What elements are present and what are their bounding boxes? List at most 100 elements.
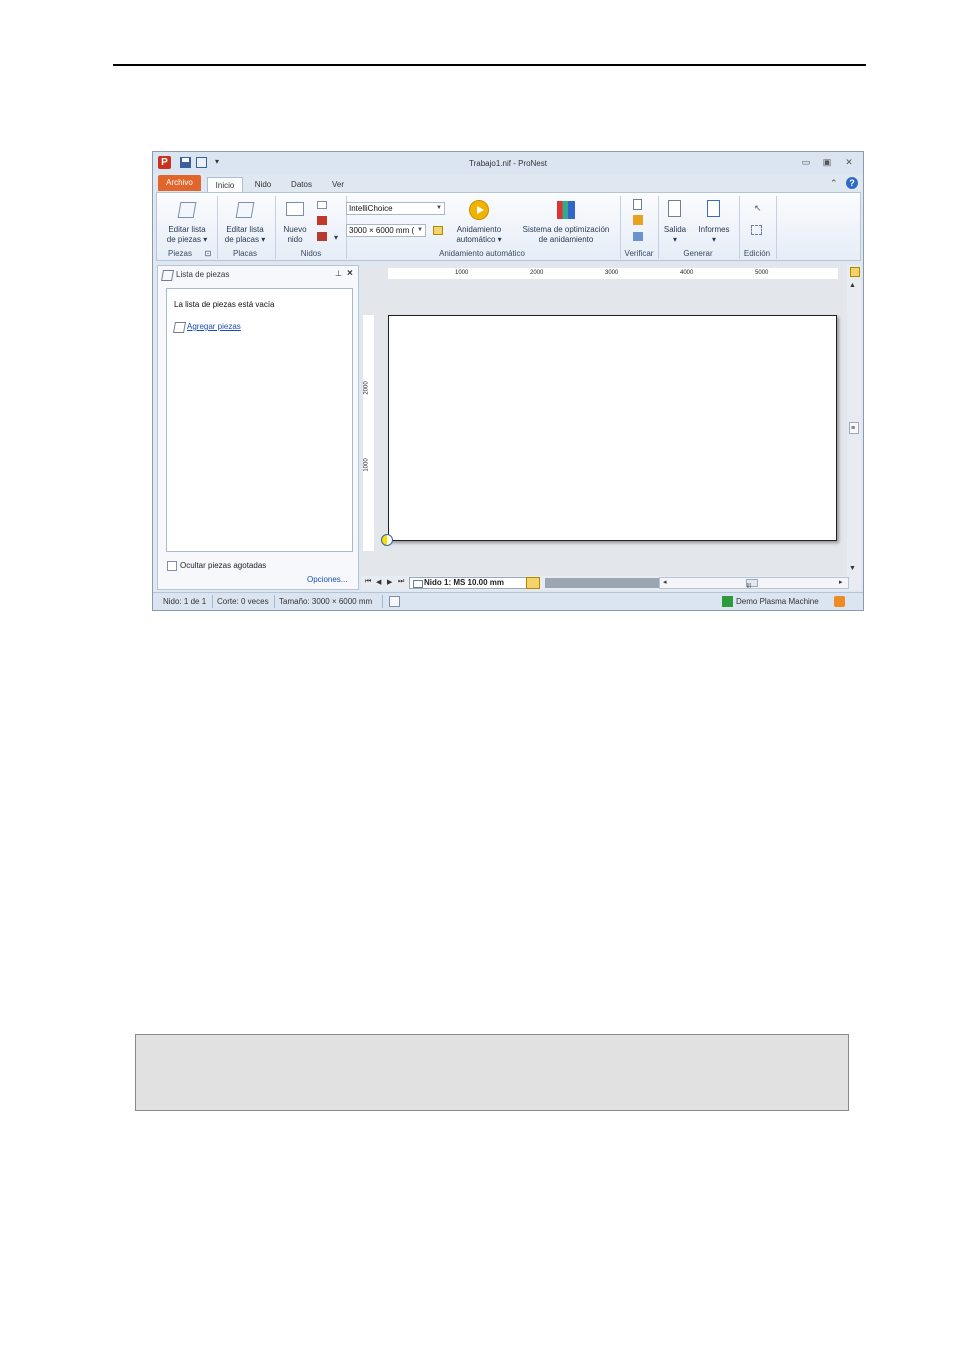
group-separator [658, 196, 659, 259]
scroll-up-icon[interactable]: ▲ [849, 282, 856, 289]
group-label-nidos: Nidos [300, 249, 322, 258]
scroll-thumb[interactable]: ≡ [849, 422, 859, 434]
horizontal-scrollbar[interactable]: ◂ ||| ▸ [659, 577, 849, 589]
parts-list-icon [161, 270, 174, 281]
plate-folder-icon[interactable] [433, 226, 443, 235]
tab-ver[interactable]: Ver [325, 177, 351, 192]
nest-options-icon[interactable] [317, 232, 327, 241]
status-cut: Corte: 0 veces [217, 597, 269, 606]
reports-button[interactable]: Informes ▾ [695, 225, 733, 245]
group-label-anidamiento: Anidamiento automático [439, 249, 525, 258]
status-nest: Nido: 1 de 1 [163, 597, 207, 606]
new-nest-icon[interactable] [286, 202, 304, 216]
new-nest-tab-icon[interactable] [526, 577, 540, 589]
output-button[interactable]: Salida ▾ [660, 225, 690, 245]
reports-icon[interactable] [707, 200, 720, 217]
scroll-left-icon[interactable]: ◂ [663, 578, 667, 586]
scroll-right-icon[interactable]: ▸ [839, 578, 843, 586]
delete-nest-icon[interactable] [317, 216, 327, 225]
nest-canvas[interactable]: 1000 2000 3000 4000 5000 2000 1000 [361, 265, 847, 576]
chevron-down-icon: ▼ [417, 227, 423, 233]
nest-small-icon[interactable] [317, 201, 327, 209]
verify-check-icon[interactable] [633, 232, 643, 241]
prev-nest-icon[interactable]: ◀ [376, 578, 381, 586]
status-separator [212, 595, 213, 608]
machine-name[interactable]: Demo Plasma Machine [736, 597, 819, 606]
plate-size-select[interactable]: 3000 × 6000 mm (▼ [346, 224, 426, 237]
window-title: Trabajo1.nif - ProNest [469, 159, 547, 168]
edit-parts-list-icon[interactable] [177, 202, 197, 218]
vertical-scrollbar[interactable]: ▲ ≡ ▼ [847, 265, 861, 576]
ruler-tick: 1000 [363, 458, 370, 472]
origin-marker-icon [381, 534, 393, 546]
group-label-verificar: Verificar [624, 249, 654, 258]
first-nest-icon[interactable]: ⏮ [365, 578, 371, 586]
nest-optimization-icon[interactable] [557, 201, 575, 219]
help-icon[interactable]: ? [846, 177, 858, 189]
ruler-tick: 3000 [605, 270, 619, 276]
ruler-tick: 1000 [455, 270, 469, 276]
maximize-button[interactable]: ▣ [821, 157, 833, 168]
zoom-fit-icon[interactable] [850, 267, 860, 277]
edit-plates-list-icon[interactable] [235, 202, 255, 218]
new-nest-button[interactable]: Nuevo nido [279, 225, 311, 245]
tab-bar-splitter[interactable] [545, 578, 659, 588]
plate-sheet[interactable] [388, 315, 837, 541]
machine-icon [722, 596, 733, 607]
options-link[interactable]: Opciones... [307, 575, 347, 584]
title-bar: P ▾ Trabajo1.nif - ProNest ▭ ▣ ✕ [153, 152, 863, 174]
ribbon: Editar lista de piezas ▾ Piezas ⊡ Editar… [156, 192, 861, 261]
scroll-thumb[interactable]: ||| [746, 579, 758, 589]
pronest-window: P ▾ Trabajo1.nif - ProNest ▭ ▣ ✕ Archivo… [152, 151, 864, 611]
dialog-launcher-icon[interactable]: ⊡ [203, 249, 213, 258]
ruler-tick: 5000 [755, 270, 769, 276]
edit-parts-list-button[interactable]: Editar lista de piezas ▾ [161, 225, 213, 245]
auto-nest-button[interactable]: Anidamiento automático ▾ [451, 225, 507, 245]
close-button[interactable]: ✕ [843, 157, 855, 168]
ruler-tick: 2000 [530, 270, 544, 276]
group-label-edicion: Edición [743, 249, 771, 258]
select-pointer-icon[interactable]: ↖ [754, 203, 762, 214]
nest-options-dropdown-icon[interactable]: ▾ [332, 233, 340, 243]
last-nest-icon[interactable]: ⏭ [398, 578, 404, 586]
status-separator [274, 595, 275, 608]
scroll-down-icon[interactable]: ▼ [849, 565, 856, 572]
rss-icon[interactable] [834, 596, 845, 607]
close-panel-icon[interactable]: × [347, 268, 353, 279]
group-separator [275, 196, 276, 259]
tab-archivo[interactable]: Archivo [158, 175, 201, 191]
nesting-strategy-select[interactable]: IntelliChoice ▼ [346, 202, 445, 215]
collapse-ribbon-icon[interactable]: ⌃ [830, 178, 838, 189]
parts-list: La lista de piezas está vacía Agregar pi… [166, 288, 353, 552]
edit-selection-icon[interactable] [751, 225, 762, 235]
nest-tab[interactable]: Nido 1: MS 10.00 mm [409, 577, 527, 589]
chevron-down-icon: ▼ [436, 205, 442, 211]
ribbon-tabs: Archivo Inicio Nido Datos Ver [153, 174, 863, 192]
verify-report-icon[interactable] [633, 199, 642, 210]
ruler-tick: 2000 [363, 381, 370, 395]
group-separator [620, 196, 621, 259]
edit-plates-list-button[interactable]: Editar lista de placas ▾ [219, 225, 271, 245]
hide-used-parts-checkbox[interactable] [167, 561, 177, 571]
status-separator [382, 595, 383, 608]
pin-icon[interactable]: ⊥ [335, 269, 342, 278]
nest-optimization-button[interactable]: Sistema de optimización de anidamiento [517, 225, 615, 245]
status-check-icon[interactable] [389, 596, 400, 607]
group-label-placas: Placas [232, 249, 257, 258]
plate-icon [413, 580, 423, 588]
add-parts-link[interactable]: Agregar piezas [187, 322, 241, 331]
parts-list-panel: Lista de piezas ⊥ × La lista de piezas e… [157, 265, 359, 590]
tab-inicio[interactable]: Inicio [207, 177, 243, 192]
tab-datos[interactable]: Datos [284, 177, 319, 192]
play-icon[interactable] [469, 200, 489, 220]
group-label-generar: Generar [683, 249, 713, 258]
minimize-button[interactable]: ▭ [800, 157, 812, 168]
output-icon[interactable] [668, 200, 681, 217]
horizontal-ruler: 1000 2000 3000 4000 5000 [388, 268, 838, 279]
add-parts-icon[interactable] [173, 322, 186, 333]
tab-nido[interactable]: Nido [248, 177, 278, 192]
verify-wrench-icon[interactable] [633, 215, 643, 225]
hide-used-parts-label: Ocultar piezas agotadas [180, 561, 267, 570]
next-nest-icon[interactable]: ▶ [387, 578, 392, 586]
panel-title: Lista de piezas [176, 270, 230, 279]
